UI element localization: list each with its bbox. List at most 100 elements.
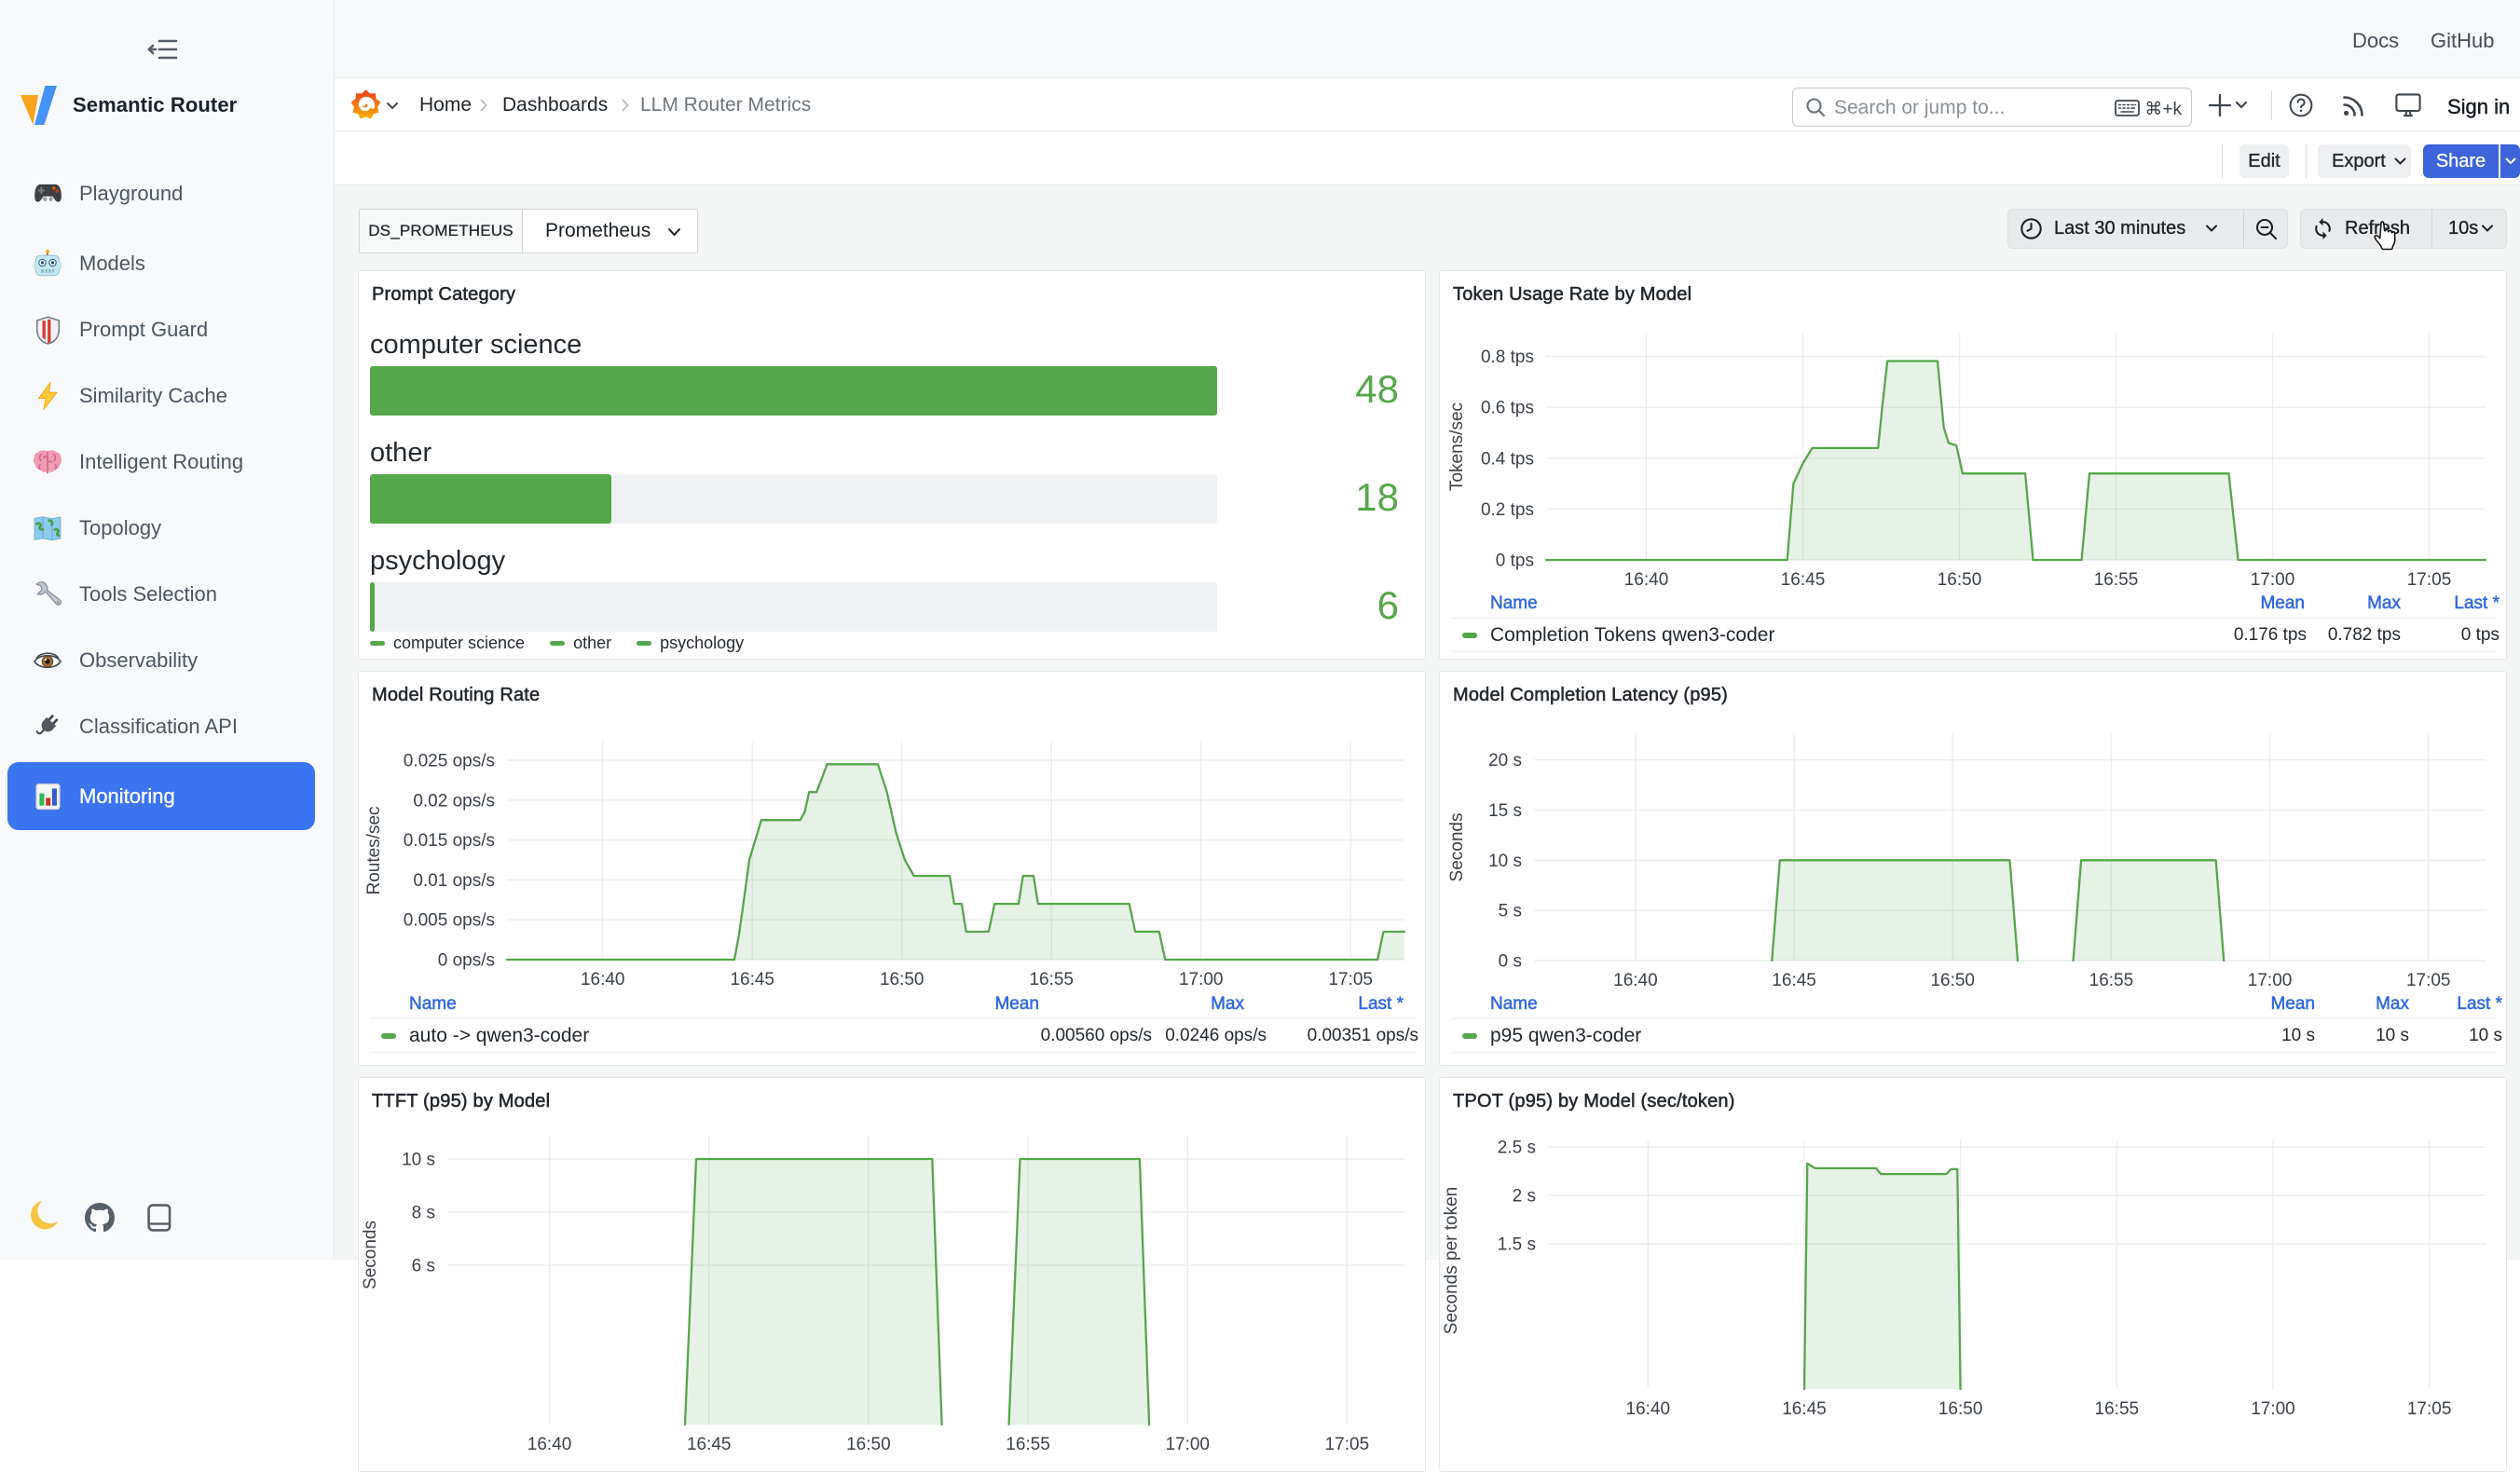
- y-tick-label: 2.5 s: [1498, 1139, 1536, 1158]
- search-input[interactable]: Search or jump to... ⌘+k: [1792, 88, 2192, 127]
- grafana-logo-button[interactable]: [350, 89, 381, 120]
- lightning-icon: [32, 380, 63, 412]
- bar-value: 6: [1212, 583, 1399, 628]
- github-link-button[interactable]: [85, 1203, 115, 1233]
- x-tick-label: 17:00: [1179, 970, 1224, 989]
- collapse-sidebar-button[interactable]: [147, 37, 179, 61]
- x-tick-label: 16:50: [1938, 570, 1982, 590]
- map-icon: [32, 512, 63, 544]
- legend-header-max[interactable]: Max: [1211, 994, 1244, 1015]
- panel-prompt-category: Prompt Categorycomputer science48other18…: [358, 270, 1426, 660]
- y-axis-label: Tokens/sec: [1447, 402, 1467, 491]
- sidebar-item-similarity-cache[interactable]: Similarity Cache: [7, 369, 315, 423]
- sidebar-item-prompt-guard[interactable]: Prompt Guard: [7, 303, 315, 357]
- x-tick-label: 16:55: [2094, 570, 2139, 590]
- legend-label[interactable]: computer science: [393, 634, 525, 653]
- x-tick-label: 16:45: [1772, 971, 1816, 990]
- sidebar-item-label: Models: [79, 252, 145, 276]
- bar-track: [370, 366, 1217, 416]
- legend-label[interactable]: psychology: [660, 634, 744, 653]
- legend-value: 0.0246 ops/s: [1165, 1026, 1267, 1046]
- x-tick-label: 17:05: [2406, 971, 2451, 990]
- y-tick-label: 0.02 ops/s: [413, 791, 495, 811]
- sidebar-item-models[interactable]: Models: [7, 237, 315, 291]
- legend-header-name[interactable]: Name: [1490, 593, 1538, 614]
- share-button[interactable]: Share: [2423, 144, 2499, 178]
- panel-title[interactable]: Prompt Category: [372, 284, 515, 306]
- grafana-logo-icon: [350, 89, 381, 120]
- legend-series-name[interactable]: Completion Tokens qwen3-coder: [1490, 624, 1774, 647]
- x-tick-label: 17:05: [1328, 970, 1373, 989]
- github-link[interactable]: GitHub: [2431, 29, 2494, 53]
- legend-series-name[interactable]: p95 qwen3-coder: [1490, 1025, 1641, 1047]
- sidebar-item-topology[interactable]: Topology: [7, 501, 315, 555]
- robot-icon: [32, 248, 63, 280]
- monitor-icon: [2395, 93, 2421, 117]
- legend-header-mean[interactable]: Mean: [2260, 593, 2305, 614]
- help-button[interactable]: [2289, 93, 2313, 117]
- x-tick-label: 16:45: [1781, 570, 1826, 590]
- x-tick-label: 16:55: [2095, 1399, 2140, 1419]
- org-switcher-chevron-icon[interactable]: [386, 102, 399, 110]
- moon-icon: [28, 1200, 58, 1232]
- breadcrumb-separator-icon: [621, 99, 630, 112]
- sidebar-item-monitoring[interactable]: Monitoring: [7, 762, 315, 830]
- sidebar-item-label: Tools Selection: [79, 582, 217, 607]
- y-axis-label: Seconds: [1447, 813, 1467, 882]
- y-tick-label: 0.01 ops/s: [413, 871, 495, 891]
- time-range-label: Last 30 minutes: [2054, 218, 2185, 239]
- tv-mode-button[interactable]: [2395, 93, 2421, 117]
- legend-label[interactable]: other: [573, 634, 611, 653]
- docs-link[interactable]: Docs: [2352, 29, 2399, 53]
- legend-header-mean[interactable]: Mean: [994, 994, 1039, 1015]
- legend-header-name[interactable]: Name: [1490, 994, 1538, 1015]
- zoom-out-button[interactable]: [2244, 210, 2289, 248]
- x-tick-label: 17:00: [2248, 971, 2293, 990]
- refresh-icon: [2311, 217, 2335, 240]
- refresh-label: Refresh: [2345, 218, 2410, 239]
- timeseries-chart: 0 tps0.2 tps0.4 tps0.6 tps0.8 tps16:4016…: [1440, 271, 2508, 661]
- refresh-button[interactable]: Refresh: [2301, 210, 2431, 248]
- time-range-picker[interactable]: Last 30 minutes: [2008, 210, 2243, 248]
- sidebar-item-playground[interactable]: Playground: [7, 167, 315, 221]
- legend-header-mean[interactable]: Mean: [2270, 994, 2315, 1015]
- legend-header-last[interactable]: Last *: [1358, 994, 1404, 1015]
- sidebar-item-observability[interactable]: Observability: [7, 634, 315, 688]
- x-tick-label: 16:40: [581, 970, 625, 989]
- legend-header-last[interactable]: Last *: [2457, 994, 2502, 1015]
- series-area: [1772, 860, 2018, 961]
- export-button[interactable]: Export: [2318, 144, 2411, 178]
- y-axis-label: Routes/sec: [364, 806, 384, 894]
- refresh-interval-label: 10s: [2448, 218, 2478, 239]
- legend-header-max[interactable]: Max: [2376, 994, 2409, 1015]
- shield-icon: [32, 314, 63, 346]
- news-button[interactable]: [2342, 93, 2366, 117]
- x-tick-label: 17:00: [2251, 570, 2295, 590]
- sidebar-item-classification-api[interactable]: Classification API: [7, 700, 315, 754]
- legend-header-last[interactable]: Last *: [2454, 593, 2499, 614]
- datasource-picker[interactable]: Prometheus: [523, 209, 698, 253]
- docs-book-button[interactable]: [146, 1204, 172, 1232]
- legend-series-dash: [1462, 1033, 1477, 1039]
- breadcrumb-dashboards[interactable]: Dashboards: [502, 94, 608, 116]
- edit-button[interactable]: Edit: [2239, 144, 2289, 178]
- sidebar-item-tools-selection[interactable]: Tools Selection: [7, 567, 315, 621]
- sidebar-item-intelligent-routing[interactable]: Intelligent Routing: [7, 435, 315, 489]
- theme-toggle-button[interactable]: [28, 1200, 58, 1232]
- x-tick-label: 17:05: [2407, 570, 2452, 590]
- github-octocat-icon: [85, 1203, 115, 1233]
- refresh-interval-picker[interactable]: 10s: [2432, 210, 2508, 248]
- legend-header-name[interactable]: Name: [409, 994, 457, 1015]
- legend-series-name[interactable]: auto -> qwen3-coder: [409, 1025, 589, 1047]
- breadcrumb-home[interactable]: Home: [419, 94, 472, 116]
- share-dropdown-button[interactable]: [2500, 144, 2520, 178]
- legend-value: 10 s: [2469, 1026, 2502, 1046]
- add-new-button[interactable]: [2208, 89, 2247, 122]
- y-tick-label: 10 s: [1488, 852, 1522, 871]
- semantic-router-logo: [21, 86, 57, 125]
- legend-header-max[interactable]: Max: [2367, 593, 2401, 614]
- x-tick-label: 16:40: [1626, 1399, 1671, 1419]
- sign-in-button[interactable]: Sign in: [2447, 95, 2510, 119]
- legend-series-dash: [381, 1033, 396, 1039]
- x-tick-label: 16:50: [1930, 971, 1975, 990]
